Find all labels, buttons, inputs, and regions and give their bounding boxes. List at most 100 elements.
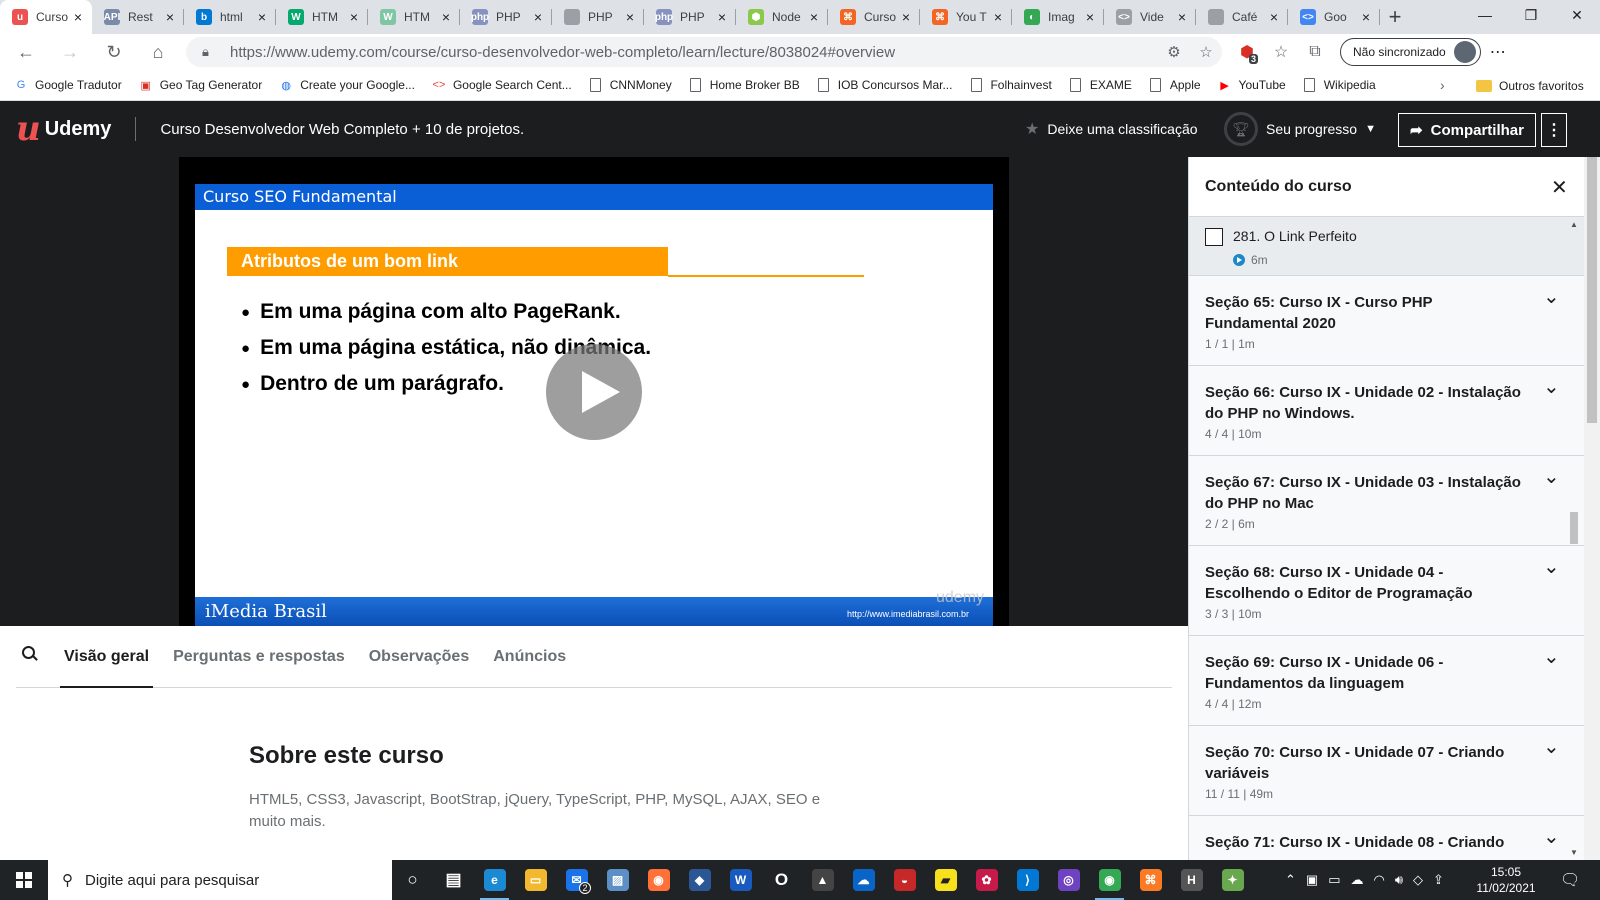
close-tab-icon[interactable]: × bbox=[806, 9, 822, 25]
scroll-up-icon[interactable]: ▲ bbox=[1570, 220, 1578, 229]
bookmark-item[interactable]: Home Broker BB bbox=[689, 78, 800, 92]
app-misc-icon[interactable]: ✦ bbox=[1212, 860, 1253, 900]
adblock-extension-icon[interactable]: ⬢ 3 bbox=[1230, 42, 1264, 64]
browser-tab[interactable]: Café × bbox=[1196, 0, 1288, 34]
taskbar-search[interactable]: ⚲ Digite aqui para pesquisar bbox=[48, 860, 392, 900]
close-tab-icon[interactable]: × bbox=[1358, 9, 1374, 25]
close-tab-icon[interactable]: × bbox=[714, 9, 730, 25]
course-section[interactable]: Seção 67: Curso IX - Unidade 03 - Instal… bbox=[1189, 456, 1584, 546]
new-tab-button[interactable]: + bbox=[1380, 0, 1410, 34]
close-tab-icon[interactable]: × bbox=[70, 9, 86, 25]
chevron-down-icon[interactable]: ⌄ bbox=[1543, 644, 1560, 669]
mail-icon[interactable]: ✉ 2 bbox=[556, 860, 597, 900]
raspberry-icon[interactable]: ✿ bbox=[966, 860, 1007, 900]
close-tab-icon[interactable]: × bbox=[162, 9, 178, 25]
browser-tab[interactable]: php PHP × bbox=[460, 0, 552, 34]
firefox-icon[interactable]: ◉ bbox=[638, 860, 679, 900]
browser-tab[interactable]: <> Vide × bbox=[1104, 0, 1196, 34]
browser-tab[interactable]: b html × bbox=[184, 0, 276, 34]
close-tab-icon[interactable]: × bbox=[898, 9, 914, 25]
file-explorer-icon[interactable]: ▭ bbox=[515, 860, 556, 900]
game-icon[interactable]: ▲ bbox=[802, 860, 843, 900]
browser-tab[interactable]: ⌘ Curso × bbox=[828, 0, 920, 34]
tracking-icon[interactable]: ⚙ bbox=[1158, 43, 1190, 61]
tray-chevron-icon[interactable]: ⌃ bbox=[1285, 872, 1296, 888]
back-button[interactable]: ← bbox=[8, 34, 44, 70]
tray-app-icon[interactable]: ▣ bbox=[1306, 872, 1318, 888]
close-window-button[interactable]: ✕ bbox=[1554, 0, 1600, 30]
more-bookmarks-chevron-icon[interactable]: › bbox=[1440, 77, 1445, 93]
chevron-down-icon[interactable]: ⌄ bbox=[1543, 284, 1560, 309]
bookmark-item[interactable]: ▶ YouTube bbox=[1218, 78, 1285, 92]
bookmark-item[interactable]: G Google Tradutor bbox=[14, 78, 122, 92]
reload-button[interactable]: ↻ bbox=[96, 34, 132, 70]
tab-vis-o-geral[interactable]: Visão geral bbox=[60, 640, 154, 688]
browser-tab[interactable]: ⌘ You T × bbox=[920, 0, 1012, 34]
sticky-notes-icon[interactable]: ▰ bbox=[925, 860, 966, 900]
browser-tab[interactable]: API Rest × bbox=[92, 0, 184, 34]
antivirus-icon[interactable]: ◒ bbox=[884, 860, 925, 900]
udemy-logo[interactable]: u Udemy bbox=[16, 112, 111, 146]
close-tab-icon[interactable]: × bbox=[1266, 9, 1282, 25]
dropbox-icon[interactable]: ◇ bbox=[1413, 872, 1423, 888]
chevron-down-icon[interactable]: ⌄ bbox=[1543, 554, 1560, 579]
course-section[interactable]: Seção 66: Curso IX - Unidade 02 - Instal… bbox=[1189, 366, 1584, 456]
page-scrollbar[interactable] bbox=[1584, 157, 1600, 860]
minimize-button[interactable]: — bbox=[1462, 0, 1508, 30]
volume-icon[interactable]: 🔊︎ bbox=[1395, 872, 1403, 888]
photos-icon[interactable]: ▨ bbox=[597, 860, 638, 900]
current-lecture[interactable]: 281. O Link Perfeito 6m bbox=[1189, 217, 1584, 276]
tab-perguntas-e-respostas[interactable]: Perguntas e respostas bbox=[169, 640, 349, 688]
tab-an-ncios[interactable]: Anúncios bbox=[489, 640, 570, 688]
course-section[interactable]: Seção 71: Curso IX - Unidade 08 - Criand… bbox=[1189, 816, 1584, 860]
app-purple-icon[interactable]: ◎ bbox=[1048, 860, 1089, 900]
course-section[interactable]: Seção 65: Curso IX - Curso PHP Fundament… bbox=[1189, 276, 1584, 366]
vscode-icon[interactable]: ⟩ bbox=[1007, 860, 1048, 900]
chevron-down-icon[interactable]: ⌄ bbox=[1543, 374, 1560, 399]
bookmark-item[interactable]: Folhainvest bbox=[969, 78, 1052, 92]
notification-icon[interactable]: 🗨︎ 3 bbox=[1560, 870, 1580, 890]
close-tab-icon[interactable]: × bbox=[530, 9, 546, 25]
system-clock[interactable]: 15:05 11/02/2021 bbox=[1470, 864, 1542, 896]
task-view-icon[interactable]: ○ bbox=[392, 860, 433, 900]
word-icon[interactable]: W bbox=[720, 860, 761, 900]
home-button[interactable]: ⌂ bbox=[140, 34, 176, 70]
close-tab-icon[interactable]: × bbox=[1082, 9, 1098, 25]
app-icon[interactable]: ◆ bbox=[679, 860, 720, 900]
cloud-icon[interactable]: ☁ bbox=[1351, 872, 1364, 888]
browser-tab[interactable]: ◐ Imag × bbox=[1012, 0, 1104, 34]
search-icon[interactable] bbox=[22, 646, 44, 668]
widgets-icon[interactable]: ▤ bbox=[433, 860, 474, 900]
other-favorites[interactable]: Outros favoritos bbox=[1476, 70, 1584, 101]
bookmark-item[interactable]: CNNMoney bbox=[589, 78, 672, 92]
close-tab-icon[interactable]: × bbox=[1174, 9, 1190, 25]
course-section[interactable]: Seção 69: Curso IX - Unidade 06 - Fundam… bbox=[1189, 636, 1584, 726]
chevron-down-icon[interactable]: ⌄ bbox=[1543, 734, 1560, 759]
bookmark-item[interactable]: EXAME bbox=[1069, 78, 1132, 92]
browser-tab[interactable]: PHP × bbox=[552, 0, 644, 34]
profile-sync-button[interactable]: Não sincronizado bbox=[1340, 38, 1481, 66]
browser-tab[interactable]: W HTM × bbox=[368, 0, 460, 34]
bookmark-item[interactable]: ▣ Geo Tag Generator bbox=[139, 78, 263, 92]
rate-course-button[interactable]: ★ Deixe uma classificação bbox=[1025, 101, 1198, 157]
add-favorite-icon[interactable]: ☆ bbox=[1190, 43, 1222, 61]
close-tab-icon[interactable]: × bbox=[622, 9, 638, 25]
sidebar-scrollbar[interactable]: ▲ ▼ bbox=[1564, 218, 1584, 859]
browser-tab[interactable]: ⬢ Node × bbox=[736, 0, 828, 34]
lecture-checkbox[interactable] bbox=[1205, 228, 1223, 246]
bookmark-item[interactable]: <> Google Search Cent... bbox=[432, 78, 572, 92]
progress-dropdown[interactable]: 🏆︎ Seu progresso ▼ bbox=[1224, 101, 1376, 157]
share-button[interactable]: ➦ Compartilhar bbox=[1398, 113, 1536, 147]
course-title[interactable]: Curso Desenvolvedor Web Completo + 10 de… bbox=[160, 121, 524, 138]
url-text[interactable]: https://www.udemy.com/course/curso-desen… bbox=[230, 44, 1158, 61]
start-button[interactable] bbox=[0, 860, 48, 900]
browser-tab[interactable]: php PHP × bbox=[644, 0, 736, 34]
chevron-down-icon[interactable]: ⌄ bbox=[1543, 824, 1560, 849]
course-section[interactable]: Seção 70: Curso IX - Unidade 07 - Criand… bbox=[1189, 726, 1584, 816]
collections-icon[interactable]: ⧉ bbox=[1298, 43, 1332, 61]
h-app-icon[interactable]: H bbox=[1171, 860, 1212, 900]
chevron-down-icon[interactable]: ⌄ bbox=[1543, 464, 1560, 489]
close-tab-icon[interactable]: × bbox=[438, 9, 454, 25]
chrome-icon[interactable]: ◉ bbox=[1089, 860, 1130, 900]
more-options-button[interactable]: ⋮ bbox=[1541, 113, 1567, 147]
